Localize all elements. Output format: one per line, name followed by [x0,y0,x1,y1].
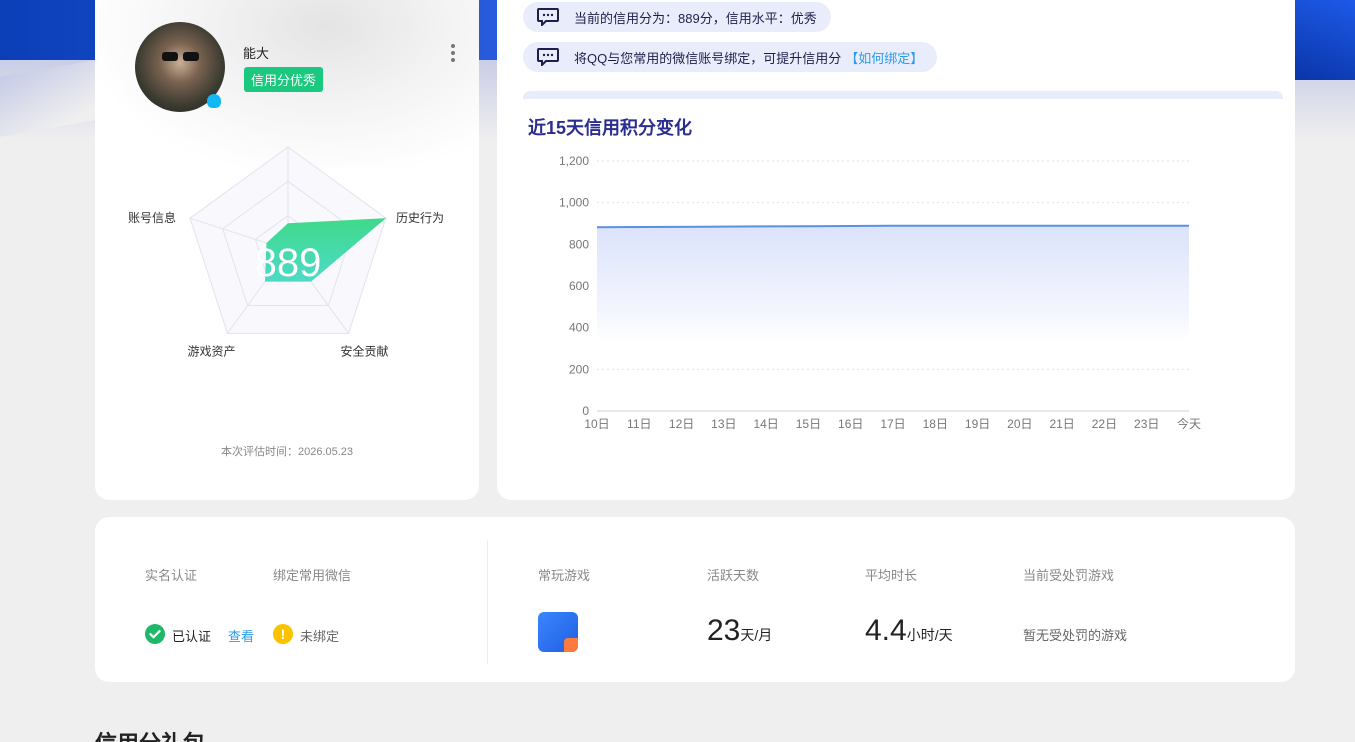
wechat-bind-status: 未绑定 [300,629,340,644]
y-tick-label: 600 [569,279,589,293]
x-tick-label: 10日 [584,417,609,431]
check-circle-icon [145,624,165,644]
tip-bind-wechat: 将QQ与您常用的微信账号绑定，可提升信用分 【如何绑定】 [523,42,938,72]
active-days-label: 活跃天数 [707,568,760,583]
tip-partial [523,91,1283,99]
x-tick-label: 12日 [669,417,694,431]
x-tick-label: 16日 [838,417,863,431]
punished-games-value: 暂无受处罚的游戏 [1023,628,1128,643]
avg-time-value: 4.4小时/天 [865,614,953,647]
message-icon [537,8,559,26]
y-tick-label: 0 [582,404,589,418]
message-icon [537,48,559,66]
y-tick-label: 200 [569,362,589,376]
x-tick-label: 22日 [1092,417,1117,431]
real-name-status: 已认证 [172,629,212,644]
x-tick-label: 今天 [1177,416,1201,431]
wechat-bind-label: 绑定常用微信 [273,568,352,583]
view-real-name-link[interactable]: 查看 [228,626,254,645]
x-tick-label: 18日 [923,417,948,431]
chart-title: 近15天信用积分变化 [528,118,693,138]
y-tick-label: 400 [569,321,589,335]
gift-section-title: 信用分礼包 [95,726,205,742]
chart-area [597,225,1189,343]
x-tick-label: 15日 [796,417,821,431]
more-options-icon[interactable] [447,44,459,66]
tip-current-score: 当前的信用分为：889分，信用水平：优秀 [523,2,831,32]
credit-line-chart: 0 200 400 600 800 1,000 1,200 10日 11日 12日 13日 14日 1… [559,155,1201,431]
credit-level-badge: 信用分优秀 [244,67,324,92]
how-to-bind-link[interactable]: 【如何绑定】 [845,48,923,67]
frequent-games-label: 常玩游戏 [538,568,591,583]
x-tick-label: 17日 [880,417,905,431]
warning-icon: ! [273,624,293,644]
y-tick-label: 1,000 [559,196,589,210]
credit-score: 889 [255,241,322,285]
game-icon[interactable] [538,612,578,652]
avg-time-unit: 小时/天 [906,627,953,643]
x-tick-label: 23日 [1134,417,1159,431]
divider [487,540,488,664]
tip-text: 将QQ与您常用的微信账号绑定，可提升信用分 [574,50,842,66]
evaluation-time: 本次评估时间：2026.05.23 [220,446,354,458]
x-tick-label: 14日 [753,417,778,431]
y-tick-label: 1,200 [559,155,589,168]
punished-games-label: 当前受处罚游戏 [1023,568,1115,583]
profile-card: 能大 信用分优秀 889 日常活跃历史行为安全贡献游戏资产账号信息 本次评估时间… [95,0,479,500]
active-days-unit: 天/月 [740,627,773,643]
credit-radar-chart: 889 日常活跃历史行为安全贡献游戏资产账号信息 [128,146,444,358]
radar-axis-label: 账号信息 [128,210,176,225]
radar-axis-label: 游戏资产 [187,344,235,358]
real-name-label: 实名认证 [145,568,198,583]
x-tick-label: 11日 [627,417,651,431]
x-tick-label: 19日 [965,417,990,431]
account-stats-card: 实名认证 绑定常用微信 已认证 查看 ! 未绑定 常玩游戏 活跃天数 23天/月… [95,517,1295,682]
x-tick-label: 20日 [1007,417,1032,431]
nickname: 能大 [243,46,270,61]
radar-axis-label: 安全贡献 [341,343,389,358]
radar-axis-label: 历史行为 [396,211,444,225]
credit-history-card: 当前的信用分为：889分，信用水平：优秀 将QQ与您常用的微信账号绑定，可提升信… [497,0,1295,500]
x-tick-label: 13日 [711,417,736,431]
tip-text: 当前的信用分为：889分，信用水平：优秀 [574,10,817,26]
avg-time-label: 平均时长 [865,568,918,583]
active-days-value: 23天/月 [707,614,773,647]
x-tick-label: 21日 [1049,417,1074,431]
y-tick-label: 800 [569,237,589,251]
qq-icon [207,94,221,108]
